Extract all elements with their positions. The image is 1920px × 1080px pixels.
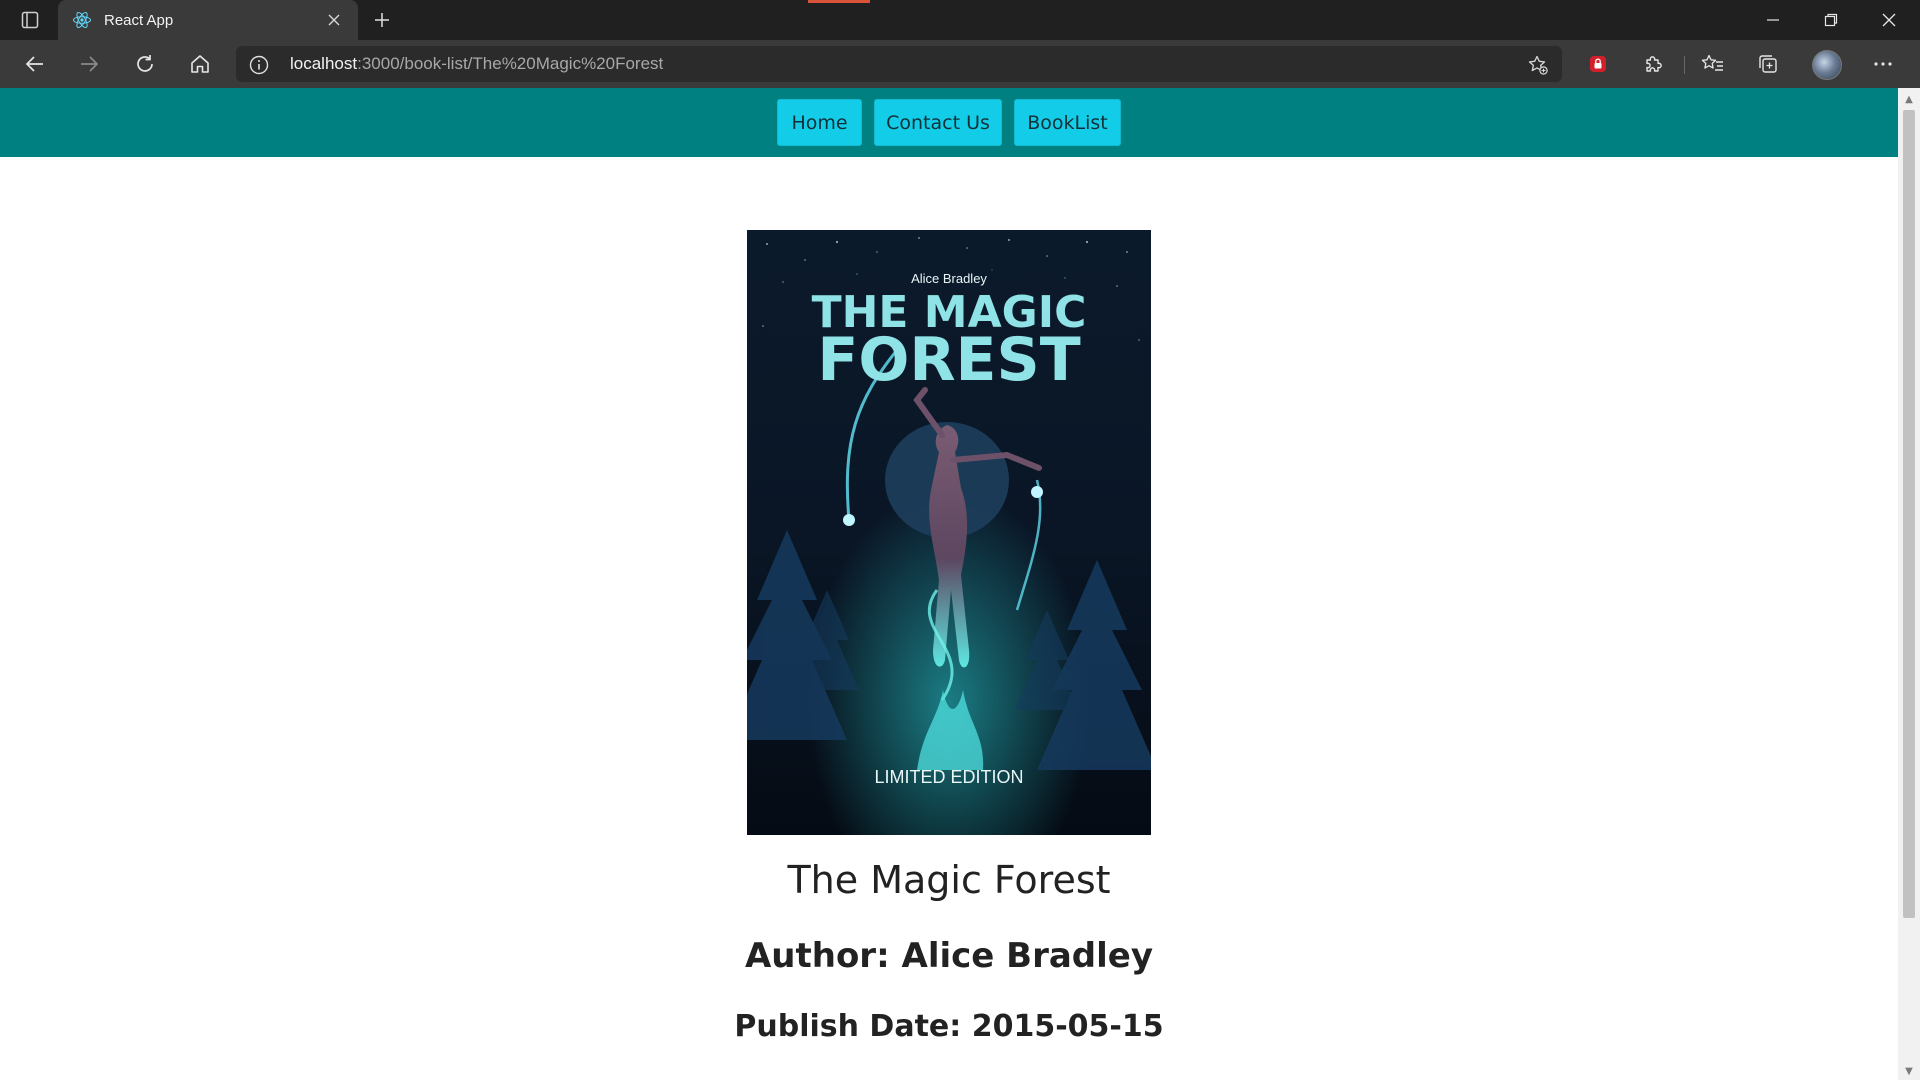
- scroll-up-arrow-icon[interactable]: ▲: [1902, 92, 1916, 106]
- toolbar-divider: [1684, 56, 1685, 74]
- close-window-icon[interactable]: [1869, 6, 1909, 34]
- nav-home-button[interactable]: Home: [777, 99, 862, 146]
- refresh-icon[interactable]: [130, 50, 160, 78]
- page-viewport: Home Contact Us BookList Alice Bradley T…: [0, 88, 1898, 1080]
- scrollbar-thumb[interactable]: [1903, 110, 1915, 918]
- book-cover-image: Alice Bradley THE MAGIC FOREST LIMITED E…: [747, 230, 1151, 835]
- home-icon[interactable]: [185, 50, 215, 78]
- scroll-down-arrow-icon[interactable]: ▼: [1902, 1064, 1916, 1078]
- cover-author-text: Alice Bradley: [911, 271, 987, 286]
- more-icon[interactable]: [1868, 50, 1898, 78]
- tab-title: React App: [104, 11, 174, 29]
- restore-icon[interactable]: [1811, 6, 1851, 34]
- book-publish-date: Publish Date: 2015-05-15: [734, 1009, 1164, 1044]
- cover-title-line2: FOREST: [817, 325, 1080, 395]
- browser-toolbar: localhost:3000/book-list/The%20Magic%20F…: [0, 40, 1920, 88]
- collections-icon[interactable]: [1753, 50, 1783, 78]
- page-scrollbar[interactable]: ▲ ▼: [1898, 88, 1920, 1080]
- tab-actions-icon[interactable]: [14, 8, 46, 32]
- lock-extension-icon[interactable]: [1583, 50, 1613, 78]
- nav-contact-button[interactable]: Contact Us: [874, 99, 1002, 146]
- book-cover-art: Alice Bradley THE MAGIC FOREST LIMITED E…: [747, 230, 1151, 835]
- address-bar[interactable]: localhost:3000/book-list/The%20Magic%20F…: [236, 46, 1562, 82]
- new-tab-plus-icon[interactable]: [370, 8, 394, 32]
- forward-arrow-icon[interactable]: [74, 50, 104, 78]
- browser-tab-active[interactable]: React App: [58, 0, 358, 40]
- react-icon: [72, 10, 92, 30]
- recording-indicator: [808, 0, 870, 3]
- tab-close-icon[interactable]: [324, 10, 344, 30]
- add-favorite-icon[interactable]: [1526, 53, 1550, 77]
- site-navbar: Home Contact Us BookList: [0, 88, 1898, 157]
- minimize-icon[interactable]: [1753, 6, 1793, 34]
- nav-booklist-button[interactable]: BookList: [1014, 99, 1121, 146]
- book-author: Author: Alice Bradley: [744, 936, 1154, 976]
- browser-tab-bar: React App: [0, 0, 1920, 40]
- back-arrow-icon[interactable]: [20, 50, 50, 78]
- profile-avatar[interactable]: [1812, 50, 1842, 80]
- url-path: :3000/book-list/The%20Magic%20Forest: [357, 54, 664, 73]
- favorites-list-icon[interactable]: [1698, 50, 1728, 78]
- book-title: The Magic Forest: [787, 858, 1111, 902]
- cover-tagline-text: LIMITED EDITION: [874, 767, 1023, 787]
- puzzle-icon[interactable]: [1638, 50, 1668, 78]
- info-icon[interactable]: [248, 54, 270, 76]
- url-text[interactable]: localhost:3000/book-list/The%20Magic%20F…: [290, 54, 663, 74]
- url-host: localhost: [290, 54, 358, 73]
